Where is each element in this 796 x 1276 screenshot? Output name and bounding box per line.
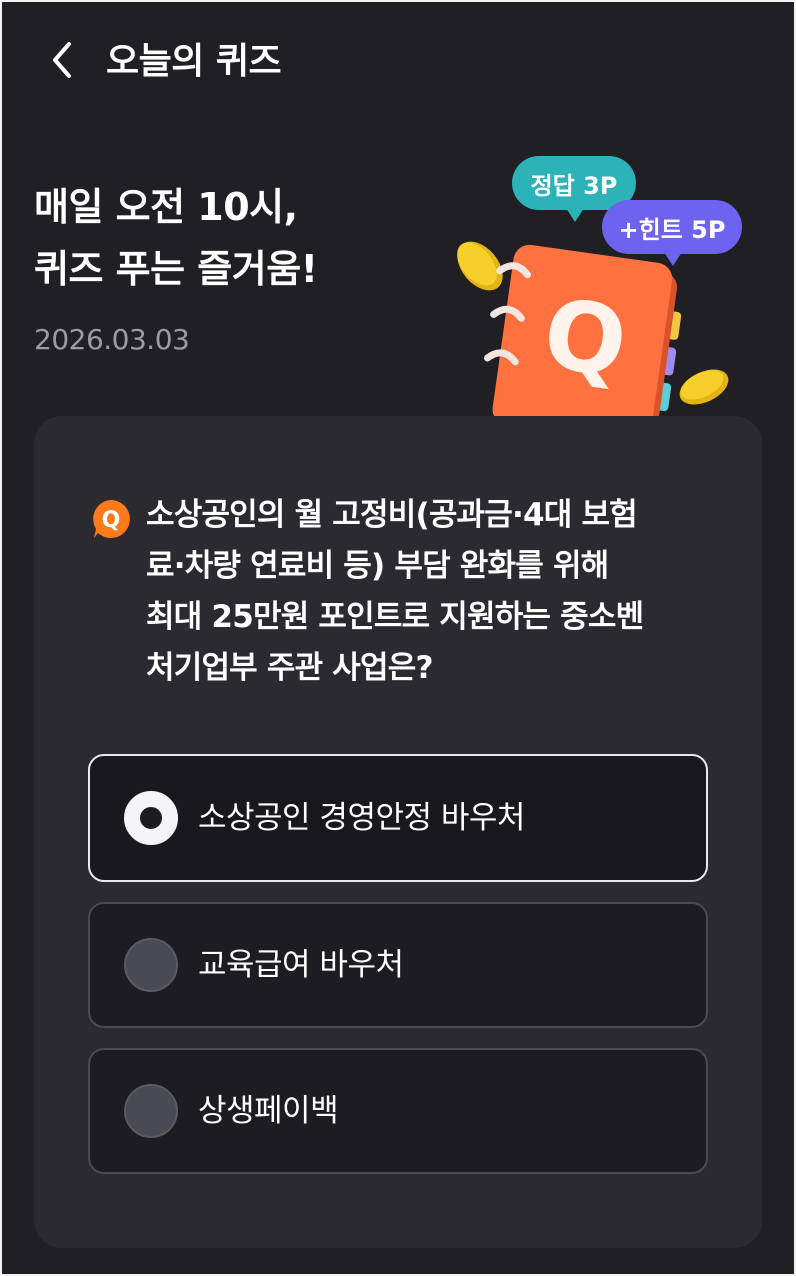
question: Q 소상공인의 월 고정비(공과금·4대 보험 료·차량 연료비 등) 부담 완… bbox=[90, 490, 710, 694]
question-line: 료·차량 연료비 등) 부담 완화를 위해 bbox=[146, 548, 609, 584]
hint-points-bubble: +힌트 5P bbox=[602, 200, 742, 266]
question-line: 소상공인의 월 고정비(공과금·4대 보험 bbox=[146, 497, 638, 533]
answer-option-2[interactable]: 교육급여 바우처 bbox=[88, 902, 708, 1028]
quiz-illustration: Q 정답 3P +힌트 5P bbox=[440, 150, 760, 460]
answer-options: 소상공인 경영안정 바우처 교육급여 바우처 상생페이백 bbox=[88, 754, 708, 1194]
radio-icon[interactable] bbox=[124, 1084, 178, 1138]
hero-title-line-1: 매일 오전 10시, bbox=[34, 185, 298, 229]
svg-text:Q: Q bbox=[102, 508, 121, 533]
radio-selected-icon[interactable] bbox=[124, 791, 178, 845]
question-text: 소상공인의 월 고정비(공과금·4대 보험 료·차량 연료비 등) 부담 완화를… bbox=[146, 490, 644, 694]
question-line: 최대 25만원 포인트로 지원하는 중소벤 bbox=[146, 599, 644, 635]
answer-option-label: 소상공인 경영안정 바우처 bbox=[198, 800, 525, 836]
top-bar: 오늘의 퀴즈 bbox=[0, 0, 796, 124]
answer-option-label: 교육급여 바우처 bbox=[198, 947, 404, 983]
svg-text:Q: Q bbox=[537, 277, 633, 399]
answer-option-label: 상생페이백 bbox=[198, 1093, 339, 1129]
chevron-left-icon bbox=[47, 40, 77, 84]
quiz-date: 2026.03.03 bbox=[34, 323, 190, 356]
hero-title-line-2: 퀴즈 푸는 즐거움! bbox=[34, 247, 318, 291]
answer-option-3[interactable]: 상생페이백 bbox=[88, 1048, 708, 1174]
page-title: 오늘의 퀴즈 bbox=[106, 41, 282, 82]
answer-option-1[interactable]: 소상공인 경영안정 바우처 bbox=[88, 754, 708, 882]
radio-icon[interactable] bbox=[124, 938, 178, 992]
question-line: 처기업부 주관 사업은? bbox=[146, 650, 433, 686]
back-button[interactable] bbox=[38, 38, 86, 86]
quiz-card: Q 소상공인의 월 고정비(공과금·4대 보험 료·차량 연료비 등) 부담 완… bbox=[34, 416, 762, 1248]
q-badge-icon: Q bbox=[90, 498, 132, 540]
hero-title: 매일 오전 10시, 퀴즈 푸는 즐거움! bbox=[34, 176, 464, 300]
